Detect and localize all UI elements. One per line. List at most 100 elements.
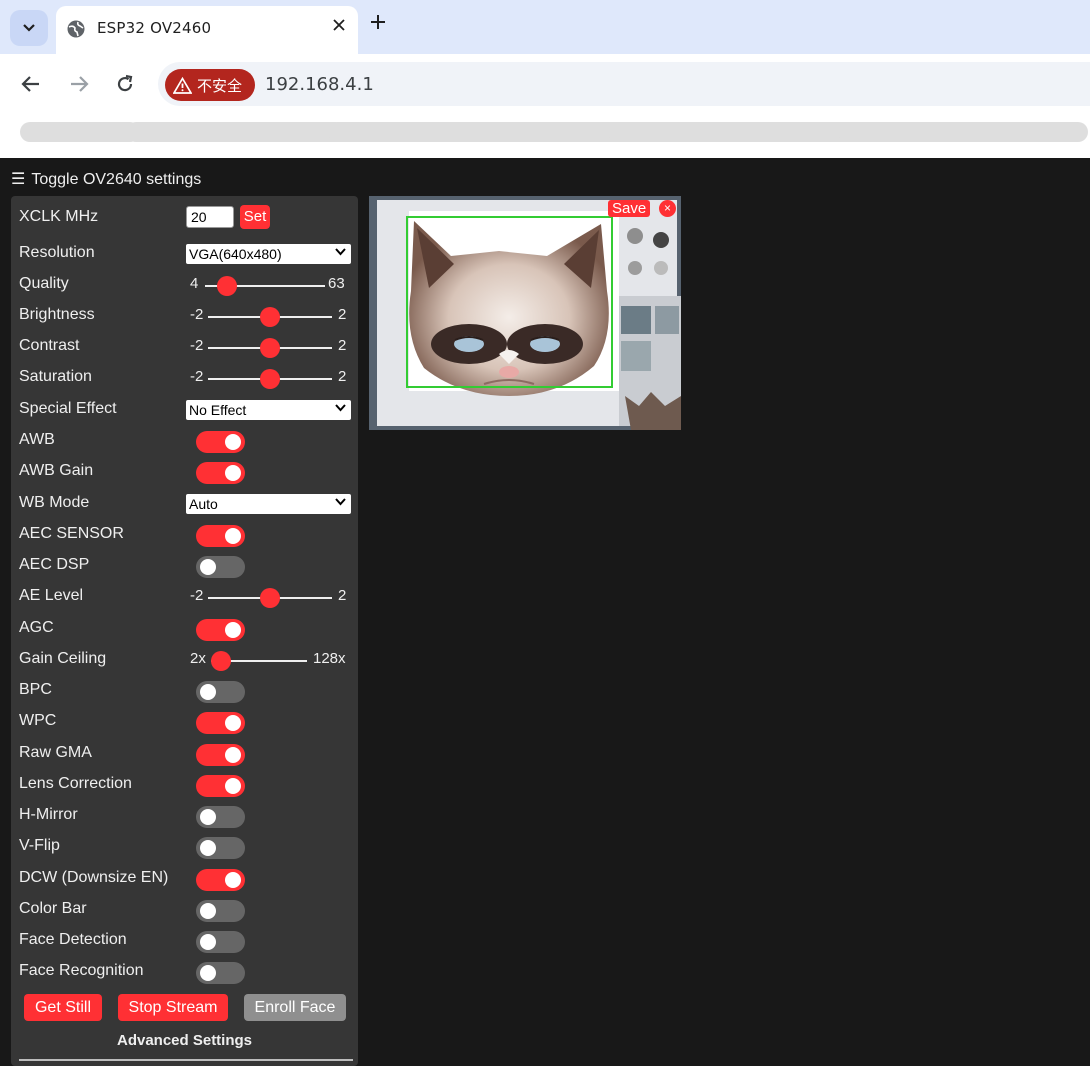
ae-level-row: AE Level -2 2	[19, 581, 354, 611]
xclk-set-button[interactable]: Set	[240, 205, 270, 229]
special-effect-row: Special Effect No Effect	[19, 394, 354, 424]
hmirror-row: H-Mirror	[19, 800, 354, 830]
hmirror-toggle[interactable]	[196, 806, 245, 828]
ae-level-max: 2	[338, 587, 347, 604]
contrast-max: 2	[338, 337, 347, 354]
colorbar-toggle[interactable]	[196, 900, 245, 922]
close-stream-button[interactable]: ×	[659, 200, 676, 217]
bookmarks-bar	[8, 114, 1088, 148]
advanced-settings-divider	[19, 1059, 353, 1061]
forward-icon[interactable]	[66, 71, 92, 97]
browser-tab[interactable]: ESP32 OV2460	[56, 6, 358, 54]
resolution-value: VGA(640x480)	[189, 246, 282, 262]
agc-label: AGC	[19, 619, 54, 636]
raw-gma-label: Raw GMA	[19, 744, 92, 761]
brightness-label: Brightness	[19, 306, 95, 323]
special-effect-value: No Effect	[189, 402, 247, 418]
camera-web-page: ☰ Toggle OV2640 settings XCLK MHz 20 Set …	[0, 158, 1090, 1066]
brightness-row: Brightness -2 2	[19, 300, 354, 330]
aec-dsp-toggle[interactable]	[196, 556, 245, 578]
gain-ceiling-min: 2x	[190, 650, 206, 667]
brightness-max: 2	[338, 306, 347, 323]
bpc-row: BPC	[19, 675, 354, 705]
awb-label: AWB	[19, 431, 55, 448]
resolution-row: Resolution VGA(640x480)	[19, 238, 354, 268]
stop-stream-button[interactable]: Stop Stream	[118, 994, 228, 1021]
saturation-slider-thumb[interactable]	[260, 369, 280, 389]
resolution-select[interactable]: VGA(640x480)	[186, 244, 351, 264]
dcw-row: DCW (Downsize EN)	[19, 863, 354, 893]
ae-level-min: -2	[190, 587, 204, 604]
face-recognize-toggle[interactable]	[196, 962, 245, 984]
toggle-settings-link[interactable]: ☰ Toggle OV2640 settings	[11, 169, 201, 189]
face-detect-toggle[interactable]	[196, 931, 245, 953]
dcw-toggle[interactable]	[196, 869, 245, 891]
xclk-label: XCLK MHz	[19, 208, 99, 225]
colorbar-label: Color Bar	[19, 900, 87, 917]
globe-icon	[66, 19, 86, 44]
wpc-row: WPC	[19, 706, 354, 736]
toggle-settings-label: Toggle OV2640 settings	[31, 171, 202, 188]
warning-icon	[173, 76, 192, 94]
aec-dsp-label: AEC DSP	[19, 556, 90, 573]
wpc-toggle[interactable]	[196, 712, 245, 734]
new-tab-icon[interactable]	[370, 14, 386, 35]
xclk-input[interactable]: 20	[186, 206, 234, 228]
raw-gma-row: Raw GMA	[19, 738, 354, 768]
special-effect-select[interactable]: No Effect	[186, 400, 351, 420]
agc-toggle[interactable]	[196, 619, 245, 641]
gain-ceiling-row: Gain Ceiling 2x 128x	[19, 644, 354, 674]
awb-gain-label: AWB Gain	[19, 462, 94, 479]
tab-search-button[interactable]	[10, 10, 48, 46]
raw-gma-toggle[interactable]	[196, 744, 245, 766]
contrast-min: -2	[190, 337, 204, 354]
lens-correction-toggle[interactable]	[196, 775, 245, 797]
aec-sensor-toggle[interactable]	[196, 525, 245, 547]
gain-ceiling-slider-thumb[interactable]	[211, 651, 231, 671]
quality-label: Quality	[19, 275, 69, 292]
dcw-label: DCW (Downsize EN)	[19, 869, 169, 886]
close-tab-icon[interactable]	[332, 18, 346, 37]
bpc-toggle[interactable]	[196, 681, 245, 703]
wb-mode-row: WB Mode Auto	[19, 488, 354, 518]
address-bar[interactable]: 不安全 192.168.4.1	[158, 62, 1090, 106]
chevron-down-icon	[23, 24, 35, 32]
face-detect-row: Face Detection	[19, 925, 354, 955]
lens-correction-label: Lens Correction	[19, 775, 132, 792]
gain-ceiling-label: Gain Ceiling	[19, 650, 107, 667]
vflip-toggle[interactable]	[196, 837, 245, 859]
chevron-down-icon	[335, 248, 346, 256]
advanced-settings-heading[interactable]: Advanced Settings	[11, 1032, 358, 1049]
ae-level-label: AE Level	[19, 587, 84, 604]
awb-toggle[interactable]	[196, 431, 245, 453]
gain-ceiling-max: 128x	[313, 650, 346, 667]
contrast-row: Contrast -2 2	[19, 331, 354, 361]
chevron-down-icon	[335, 498, 346, 506]
reload-icon[interactable]	[112, 71, 138, 97]
contrast-slider-thumb[interactable]	[260, 338, 280, 358]
browser-tab-strip: ESP32 OV2460	[0, 0, 1090, 54]
aec-sensor-row: AEC SENSOR	[19, 519, 354, 549]
awb-gain-row: AWB Gain	[19, 456, 354, 486]
quality-slider-thumb[interactable]	[217, 276, 237, 296]
saturation-min: -2	[190, 368, 204, 385]
get-still-button[interactable]: Get Still	[24, 994, 102, 1021]
ae-level-slider-thumb[interactable]	[260, 588, 280, 608]
save-stream-button[interactable]: Save	[608, 200, 651, 217]
settings-panel: XCLK MHz 20 Set Resolution VGA(640x480) …	[11, 196, 358, 1066]
awb-gain-toggle[interactable]	[196, 462, 245, 484]
enroll-face-button[interactable]: Enroll Face	[244, 994, 346, 1021]
not-secure-badge[interactable]: 不安全	[165, 69, 255, 101]
chevron-down-icon	[335, 404, 346, 412]
quality-row: Quality 4 63	[19, 269, 354, 299]
awb-row: AWB	[19, 425, 354, 455]
xclk-row: XCLK MHz 20 Set	[19, 202, 354, 232]
url-text: 192.168.4.1	[265, 74, 374, 95]
resolution-label: Resolution	[19, 244, 95, 261]
brightness-slider-thumb[interactable]	[260, 307, 280, 327]
tab-title: ESP32 OV2460	[97, 19, 212, 37]
face-recognize-row: Face Recognition	[19, 956, 354, 986]
wb-mode-select[interactable]: Auto	[186, 494, 351, 514]
saturation-max: 2	[338, 368, 347, 385]
back-icon[interactable]	[18, 71, 44, 97]
